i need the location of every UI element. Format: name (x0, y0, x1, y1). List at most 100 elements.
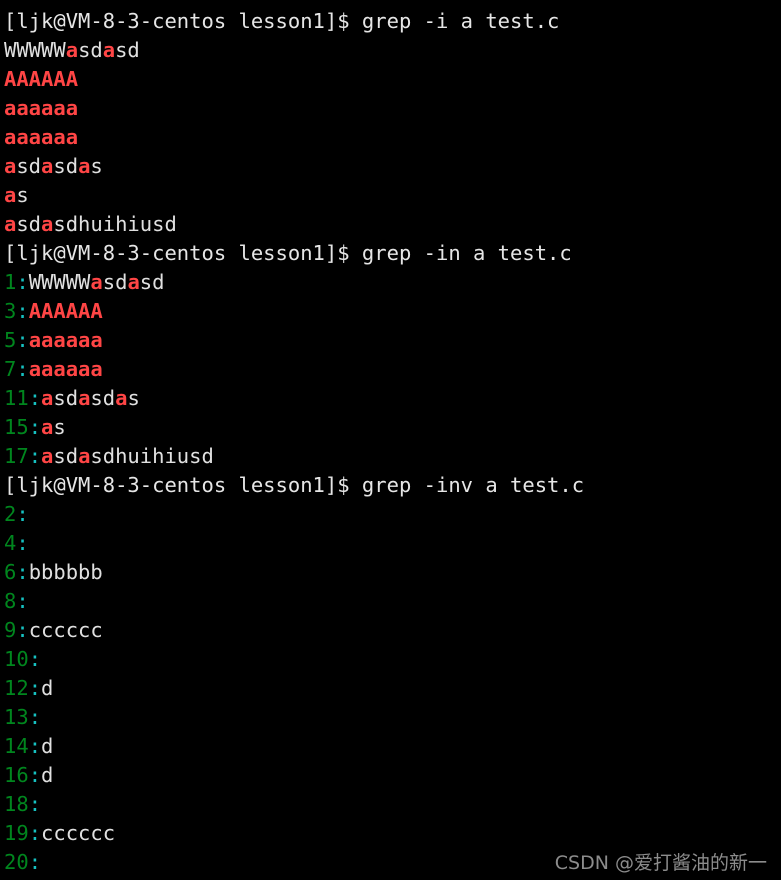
output-line: 3:AAAAAA (4, 297, 781, 326)
match-highlight: aaaaaa (28, 357, 103, 381)
line-number: 14 (4, 734, 29, 758)
line-number: 16 (4, 763, 29, 787)
command-text: grep -i a test.c (361, 9, 560, 33)
output-line: 8: (4, 587, 781, 616)
output-line: as (4, 181, 781, 210)
output-text: s (53, 415, 66, 439)
output-text: sd (102, 270, 128, 294)
output-line: 4: (4, 529, 781, 558)
output-text: sd (115, 38, 140, 62)
output-text: bbbbbb (28, 560, 103, 584)
terminal-window[interactable]: [ljk@VM-8-3-centos lesson1]$ grep -i a t… (0, 0, 781, 880)
command-text: grep -inv a test.c (361, 473, 585, 497)
line-number: 8 (4, 589, 17, 613)
match-highlight: a (41, 444, 54, 468)
output-line: WWWWWasdasd (4, 36, 781, 65)
output-text: cccccc (28, 618, 103, 642)
output-text: d (41, 734, 54, 758)
output-line: 13: (4, 703, 781, 732)
match-highlight: a (65, 38, 79, 62)
output-line: 11:asdasdas (4, 384, 781, 413)
output-text: sd (16, 154, 42, 178)
output-line: 7:aaaaaa (4, 355, 781, 384)
output-line: AAAAAA (4, 65, 781, 94)
output-text: WWWWW (4, 38, 66, 62)
output-text: sd (90, 386, 116, 410)
line-number-separator: : (28, 647, 42, 671)
output-line: asdasdhuihiusd (4, 210, 781, 239)
command-text: grep -in a test.c (361, 241, 572, 265)
line-number-separator: : (28, 850, 42, 874)
line-number: 3 (4, 299, 17, 323)
output-line: 18: (4, 790, 781, 819)
line-number-separator: : (16, 299, 29, 323)
match-highlight: a (78, 154, 91, 178)
output-text: sd (53, 386, 79, 410)
match-highlight: a (102, 38, 116, 62)
output-text: d (41, 763, 54, 787)
output-line: aaaaaa (4, 123, 781, 152)
line-number-separator: : (16, 357, 29, 381)
match-highlight: a (78, 386, 91, 410)
output-text: s (90, 154, 103, 178)
line-number-separator: : (28, 821, 42, 845)
match-highlight: AAAAAA (28, 299, 103, 323)
line-number: 1 (4, 270, 17, 294)
line-number: 19 (4, 821, 29, 845)
output-line: 1:WWWWWasdasd (4, 268, 781, 297)
output-text: WWWWW (28, 270, 91, 294)
output-line: 9:cccccc (4, 616, 781, 645)
match-highlight: AAAAAA (4, 67, 79, 91)
line-number: 12 (4, 676, 29, 700)
line-number: 18 (4, 792, 29, 816)
output-line: 14:d (4, 732, 781, 761)
line-number-separator: : (28, 386, 42, 410)
line-number: 10 (4, 647, 29, 671)
match-highlight: a (41, 386, 54, 410)
match-highlight: a (41, 154, 54, 178)
output-line: 19:cccccc (4, 819, 781, 848)
output-text: sd (78, 38, 103, 62)
output-line: 16:d (4, 761, 781, 790)
match-highlight: aaaaaa (28, 328, 103, 352)
output-line: asdasdas (4, 152, 781, 181)
match-highlight: a (4, 183, 17, 207)
line-number-separator: : (28, 444, 42, 468)
match-highlight: a (41, 212, 54, 236)
line-number-separator: : (28, 415, 42, 439)
output-text: s (127, 386, 140, 410)
line-number: 2 (4, 502, 17, 526)
output-line: 6:bbbbbb (4, 558, 781, 587)
output-text: cccccc (41, 821, 116, 845)
shell-prompt: [ljk@VM-8-3-centos lesson1]$ (4, 241, 362, 265)
match-highlight: a (115, 386, 128, 410)
match-highlight: aaaaaa (4, 96, 79, 120)
output-text: sdhuihiusd (90, 444, 214, 468)
line-number-separator: : (28, 763, 42, 787)
line-number-separator: : (16, 560, 29, 584)
line-number: 6 (4, 560, 17, 584)
line-number: 11 (4, 386, 29, 410)
line-number-separator: : (28, 792, 42, 816)
output-text: d (41, 676, 54, 700)
line-number: 5 (4, 328, 17, 352)
line-number: 13 (4, 705, 29, 729)
line-number-separator: : (16, 589, 29, 613)
line-number: 17 (4, 444, 29, 468)
match-highlight: a (41, 415, 54, 439)
line-number-separator: : (16, 502, 29, 526)
line-number: 15 (4, 415, 29, 439)
line-number: 20 (4, 850, 29, 874)
line-number: 7 (4, 357, 17, 381)
line-number-separator: : (16, 531, 29, 555)
output-text: sd (16, 212, 42, 236)
line-number-separator: : (28, 705, 42, 729)
shell-prompt: [ljk@VM-8-3-centos lesson1]$ (4, 9, 362, 33)
line-number-separator: : (16, 270, 29, 294)
output-line: 17:asdasdhuihiusd (4, 442, 781, 471)
line-number-separator: : (28, 734, 42, 758)
output-line: aaaaaa (4, 94, 781, 123)
command-line: [ljk@VM-8-3-centos lesson1]$ grep -inv a… (4, 471, 781, 500)
output-text: sd (53, 154, 79, 178)
match-highlight: a (4, 154, 17, 178)
